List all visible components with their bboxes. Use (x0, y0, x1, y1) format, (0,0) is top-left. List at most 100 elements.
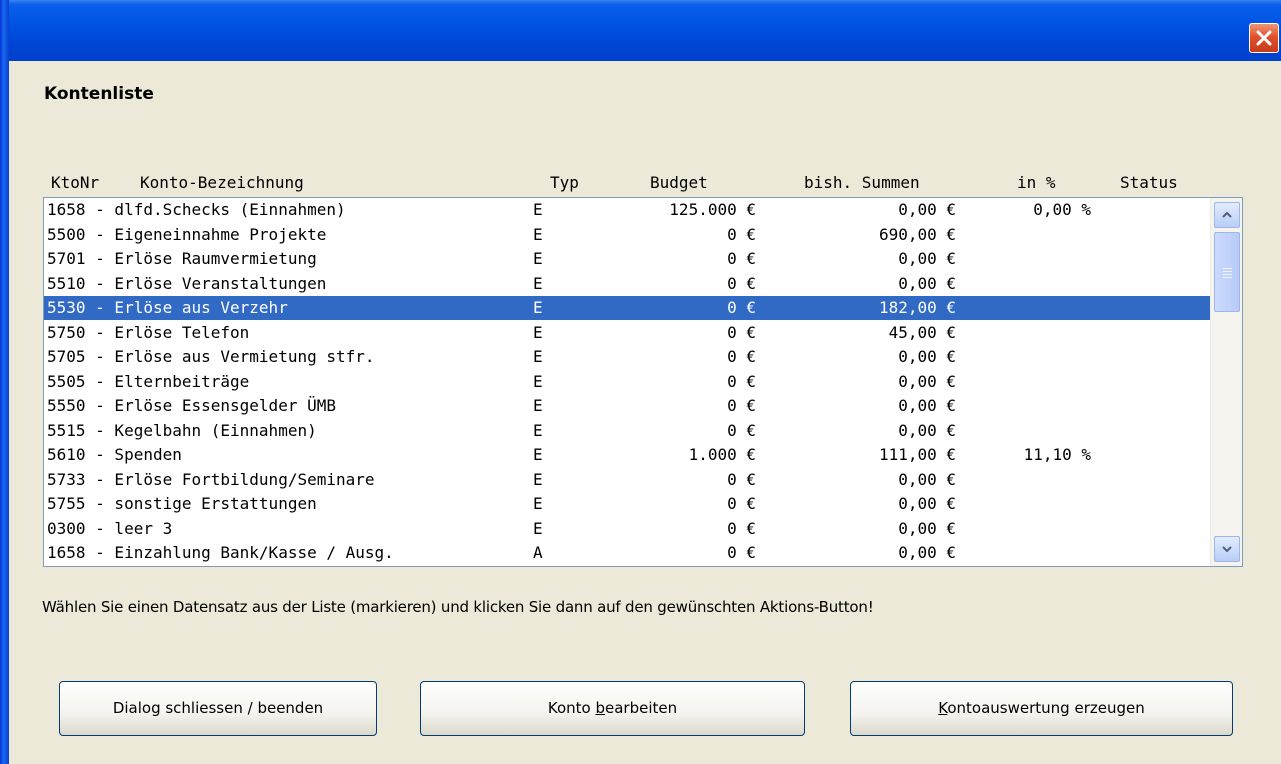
column-header-summen: bish. Summen (804, 173, 920, 192)
account-name-cell: 1658 - dlfd.Schecks (Einnahmen) (47, 200, 346, 219)
account-name-cell: 5505 - Elternbeiträge (47, 371, 250, 391)
sum-cell: 0,00 € (898, 273, 956, 293)
title-bar[interactable] (0, 0, 1281, 61)
close-icon (1256, 30, 1272, 46)
list-item[interactable]: 1658 - dlfd.Schecks (Einnahmen) E 125.000 … (44, 198, 1211, 222)
budget-cell: 0 € (727, 347, 756, 366)
chevron-up-icon (1222, 211, 1232, 218)
column-header-budget: Budget (650, 173, 708, 192)
budget-cell: 0 € (727, 224, 756, 244)
list-item[interactable]: 1658 - Einzahlung Bank/Kasse / Ausg. A 0 €… (44, 541, 1211, 565)
list-item[interactable]: 5701 - Erlöse Raumvermietung E 0 € 0,00 € (44, 247, 1211, 271)
sum-cell: 0,00 € (898, 371, 956, 391)
close-dialog-button[interactable]: Dialog schliessen / beenden (59, 681, 377, 736)
account-name-cell: 5610 - Spenden (47, 445, 182, 464)
account-name-cell: 5750 - Erlöse Telefon (47, 322, 250, 342)
sum-cell: 690,00 € (878, 224, 956, 244)
edit-account-button[interactable]: Konto bearbeiten (420, 681, 805, 736)
sum-cell: 0,00 € (898, 347, 956, 366)
list-item[interactable]: 0300 - leer 3 E 0 € 0,00 € (44, 517, 1211, 541)
edit-label-mnemonic: b (595, 699, 605, 717)
account-name-cell: 5733 - Erlöse Fortbildung/Seminare (47, 469, 375, 489)
sum-cell: 0,00 € (898, 494, 956, 513)
report-label-mnemonic: K (938, 699, 948, 717)
column-header-typ: Typ (550, 173, 579, 192)
sum-cell: 0,00 € (898, 396, 956, 415)
close-window-button[interactable] (1249, 23, 1279, 53)
list-item[interactable]: 5705 - Erlöse aus Vermietung stfr. E 0 € 0,… (44, 345, 1211, 369)
scroll-down-button[interactable] (1214, 536, 1240, 562)
account-name-cell: 5500 - Eigeneinnahme Projekte (47, 224, 327, 244)
type-cell: E (533, 469, 543, 489)
sum-cell: 182,00 € (878, 298, 956, 317)
type-cell: E (533, 347, 543, 366)
account-name-cell: 5701 - Erlöse Raumvermietung (47, 249, 317, 268)
budget-cell: 0 € (727, 371, 756, 391)
type-cell: E (533, 371, 543, 391)
account-name-cell: 1658 - Einzahlung Bank/Kasse / Ausg. (47, 543, 394, 562)
edit-label-pre: Konto (547, 699, 596, 717)
type-cell: E (533, 396, 543, 415)
sum-cell: 45,00 € (888, 322, 956, 342)
report-label-post: ontoauswertung erzeugen (947, 699, 1145, 717)
edit-label-post: earbeiten (605, 699, 678, 717)
instruction-text: Wählen Sie einen Datensatz aus der Liste… (42, 598, 874, 616)
budget-cell: 0 € (727, 273, 756, 293)
vertical-scrollbar[interactable] (1210, 198, 1242, 566)
type-cell: E (533, 518, 543, 538)
budget-cell: 125.000 € (669, 200, 756, 219)
list-item[interactable]: 5733 - Erlöse Fortbildung/Seminare E 0 € 0,… (44, 468, 1211, 492)
percent-cell: 0,00 % (1033, 200, 1091, 219)
column-header-ktonr: KtoNr (51, 173, 100, 192)
page-title: Kontenliste (44, 84, 154, 104)
sum-cell: 0,00 € (898, 543, 956, 562)
list-item[interactable]: 5500 - Eigeneinnahme Projekte E 0 € 690,00 … (44, 223, 1211, 247)
type-cell: E (533, 224, 543, 244)
type-cell: E (533, 494, 543, 513)
budget-cell: 0 € (727, 518, 756, 538)
column-header-status: Status (1120, 173, 1178, 192)
dialog-window: Kontenliste KtoNr Konto-Bezeichnung Typ … (0, 0, 1281, 764)
list-item[interactable]: 5750 - Erlöse Telefon E 0 € 45,00 € (44, 321, 1211, 345)
list-item[interactable]: 5610 - Spenden E 1.000 € 111,00 € 11,10 % (44, 443, 1211, 467)
list-item[interactable]: 5510 - Erlöse Veranstaltungen E 0 € 0,00 € (44, 272, 1211, 296)
column-header-bezeichnung: Konto-Bezeichnung (140, 173, 304, 192)
type-cell: E (533, 298, 543, 317)
account-name-cell: 5755 - sonstige Erstattungen (47, 494, 317, 513)
account-name-cell: 5550 - Erlöse Essensgelder ÜMB (47, 396, 336, 415)
account-name-cell: 5705 - Erlöse aus Vermietung stfr. (47, 347, 375, 366)
list-item[interactable]: 5755 - sonstige Erstattungen E 0 € 0,00 € (44, 492, 1211, 516)
scroll-up-button[interactable] (1214, 202, 1240, 228)
account-name-cell: 0300 - leer 3 (47, 518, 173, 538)
list-item[interactable]: 5530 - Erlöse aus Verzehr E 0 € 182,00 € (44, 296, 1211, 320)
account-name-cell: 5515 - Kegelbahn (Einnahmen) (47, 420, 317, 440)
type-cell: E (533, 322, 543, 342)
account-listbox[interactable]: 1658 - dlfd.Schecks (Einnahmen) E 125.000 … (43, 197, 1243, 567)
type-cell: E (533, 273, 543, 293)
account-name-cell: 5510 - Erlöse Veranstaltungen (47, 273, 327, 293)
budget-cell: 0 € (727, 543, 756, 562)
window-left-border (0, 0, 9, 764)
budget-cell: 0 € (727, 494, 756, 513)
grip-icon (1223, 268, 1232, 269)
type-cell: E (533, 420, 543, 440)
type-cell: E (533, 200, 543, 219)
budget-cell: 0 € (727, 396, 756, 415)
budget-cell: 0 € (727, 469, 756, 489)
list-item[interactable]: 5515 - Kegelbahn (Einnahmen) E 0 € 0,00 € (44, 419, 1211, 443)
column-header-pct: in % (1017, 173, 1056, 192)
budget-cell: 0 € (727, 322, 756, 342)
chevron-down-icon (1222, 546, 1232, 553)
sum-cell: 0,00 € (898, 469, 956, 489)
account-name-cell: 5530 - Erlöse aus Verzehr (47, 298, 288, 317)
percent-cell: 11,10 % (1023, 445, 1091, 464)
list-item[interactable]: 5505 - Elternbeiträge E 0 € 0,00 € (44, 370, 1211, 394)
sum-cell: 0,00 € (898, 518, 956, 538)
scroll-thumb[interactable] (1214, 232, 1240, 312)
type-cell: A (533, 543, 543, 562)
type-cell: E (533, 249, 543, 268)
sum-cell: 0,00 € (898, 249, 956, 268)
sum-cell: 0,00 € (898, 420, 956, 440)
generate-report-button[interactable]: Kontoauswertung erzeugen (850, 681, 1233, 736)
list-item[interactable]: 5550 - Erlöse Essensgelder ÜMB E 0 € 0,00 € (44, 394, 1211, 418)
